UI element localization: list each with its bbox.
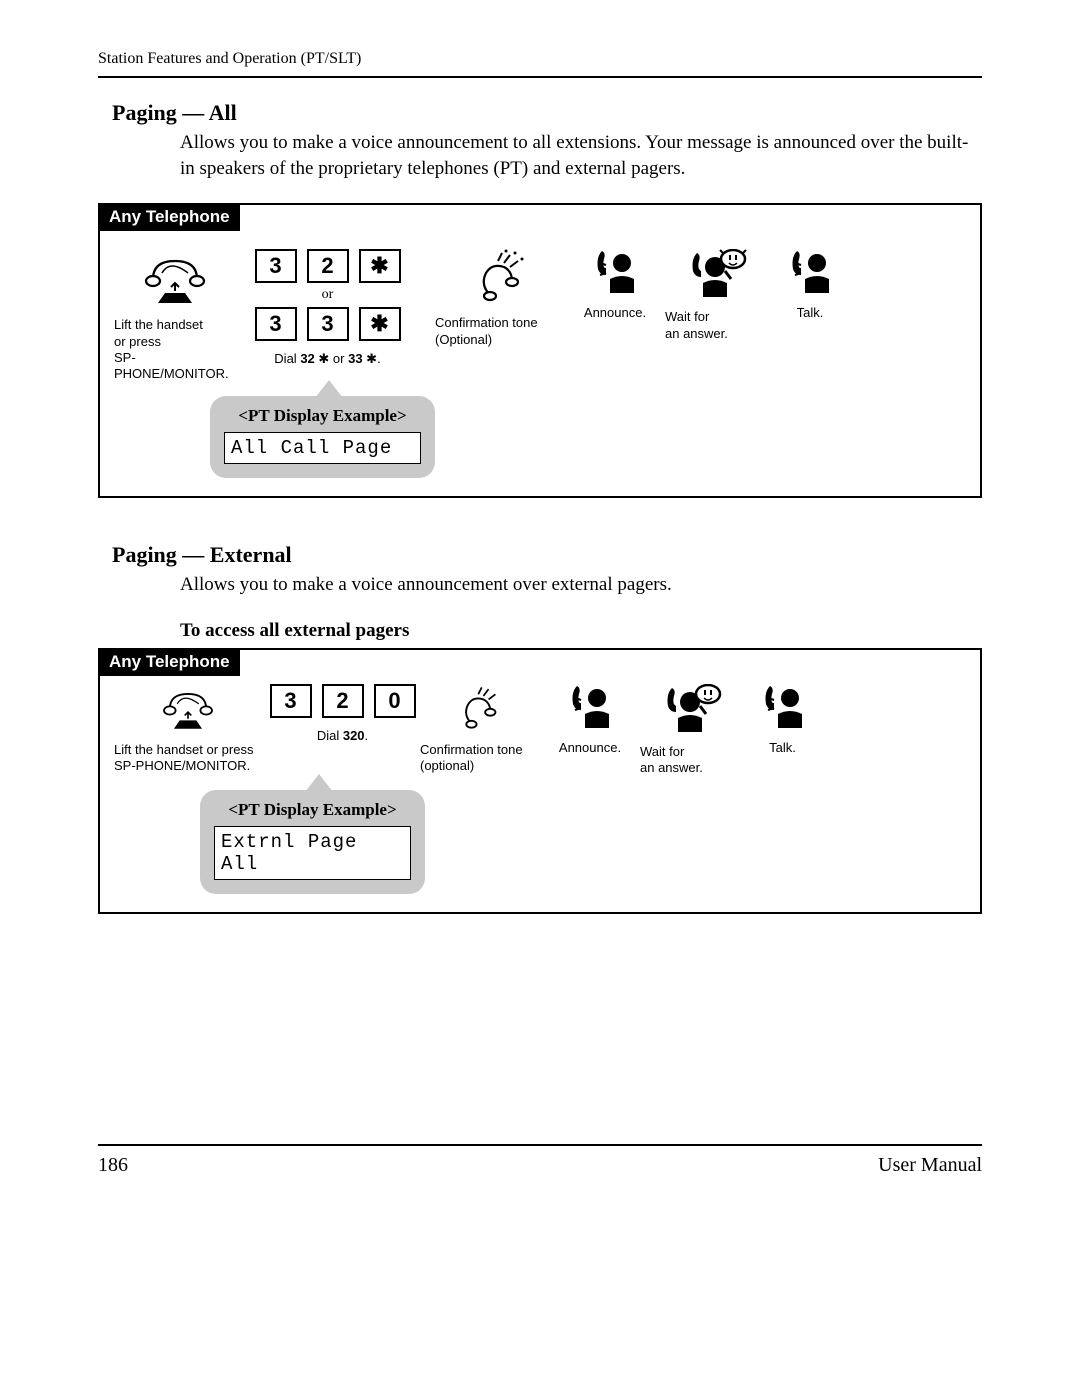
key-3b: 3: [307, 307, 349, 341]
handset-icon: [152, 684, 224, 732]
lcd-text: Extrnl Page All: [214, 826, 411, 880]
key-row-2: 3 3 ✱: [255, 307, 401, 341]
key-0: 0: [374, 684, 416, 718]
key-2: 2: [307, 249, 349, 283]
talk-caption: Talk.: [769, 740, 796, 756]
running-head: Station Features and Operation (PT/SLT): [98, 50, 982, 68]
pt-display-bubble: <PT Display Example> All Call Page: [210, 396, 435, 478]
wait-icon: [691, 249, 749, 299]
announce-icon: [592, 249, 638, 295]
announce-caption: Announce.: [559, 740, 621, 756]
footer-rule: [98, 1144, 982, 1146]
lift-caption: Lift the handset or press SP-PHONE/MONIT…: [114, 317, 240, 382]
key-row: 3 2 0: [270, 684, 416, 718]
bubble-title: <PT Display Example>: [224, 406, 421, 426]
panel-paging-all: Any Telephone Lift the handset or press …: [98, 203, 982, 498]
pt-display-bubble: <PT Display Example> Extrnl Page All: [200, 790, 425, 894]
announce-caption: Announce.: [584, 305, 646, 321]
conf-caption: Confirmation tone (optional): [420, 742, 523, 775]
bubble-title: <PT Display Example>: [214, 800, 411, 820]
key-2: 2: [322, 684, 364, 718]
tone-icon: [470, 249, 530, 305]
section2-subhead: To access all external pagers: [180, 620, 982, 642]
lcd-text: All Call Page: [224, 432, 421, 464]
talk-caption: Talk.: [797, 305, 824, 321]
section2-title: Paging — External: [112, 542, 982, 568]
section1-body: Allows you to make a voice announcement …: [180, 130, 982, 181]
wait-caption: Wait for an answer.: [665, 309, 728, 342]
panel-paging-external: Any Telephone Lift the handset or press …: [98, 648, 982, 915]
talk-icon: [787, 249, 833, 295]
key-star: ✱: [359, 307, 401, 341]
tone-icon: [451, 684, 509, 732]
announce-icon: [567, 684, 613, 730]
page-number: 186: [98, 1154, 128, 1177]
dial-caption: Dial 320.: [317, 728, 368, 744]
key-row-1: 3 2 ✱: [255, 249, 401, 283]
or-label: or: [322, 287, 334, 303]
handset-icon: [139, 249, 211, 307]
talk-icon: [760, 684, 806, 730]
dial-caption: Dial 32 ✱ or 33 ✱.: [274, 351, 380, 367]
wait-icon: [666, 684, 724, 734]
panel-tab: Any Telephone: [99, 204, 240, 231]
key-star: ✱: [359, 249, 401, 283]
header-rule: [98, 76, 982, 78]
section1-title: Paging — All: [112, 100, 982, 126]
key-3: 3: [270, 684, 312, 718]
conf-caption: Confirmation tone (Optional): [435, 315, 538, 348]
key-3: 3: [255, 307, 297, 341]
lift-caption: Lift the handset or press SP-PHONE/MONIT…: [114, 742, 253, 775]
panel-tab: Any Telephone: [99, 649, 240, 676]
manual-label: User Manual: [878, 1154, 982, 1177]
key-3: 3: [255, 249, 297, 283]
section2-body: Allows you to make a voice announcement …: [180, 572, 982, 598]
wait-caption: Wait for an answer.: [640, 744, 703, 777]
